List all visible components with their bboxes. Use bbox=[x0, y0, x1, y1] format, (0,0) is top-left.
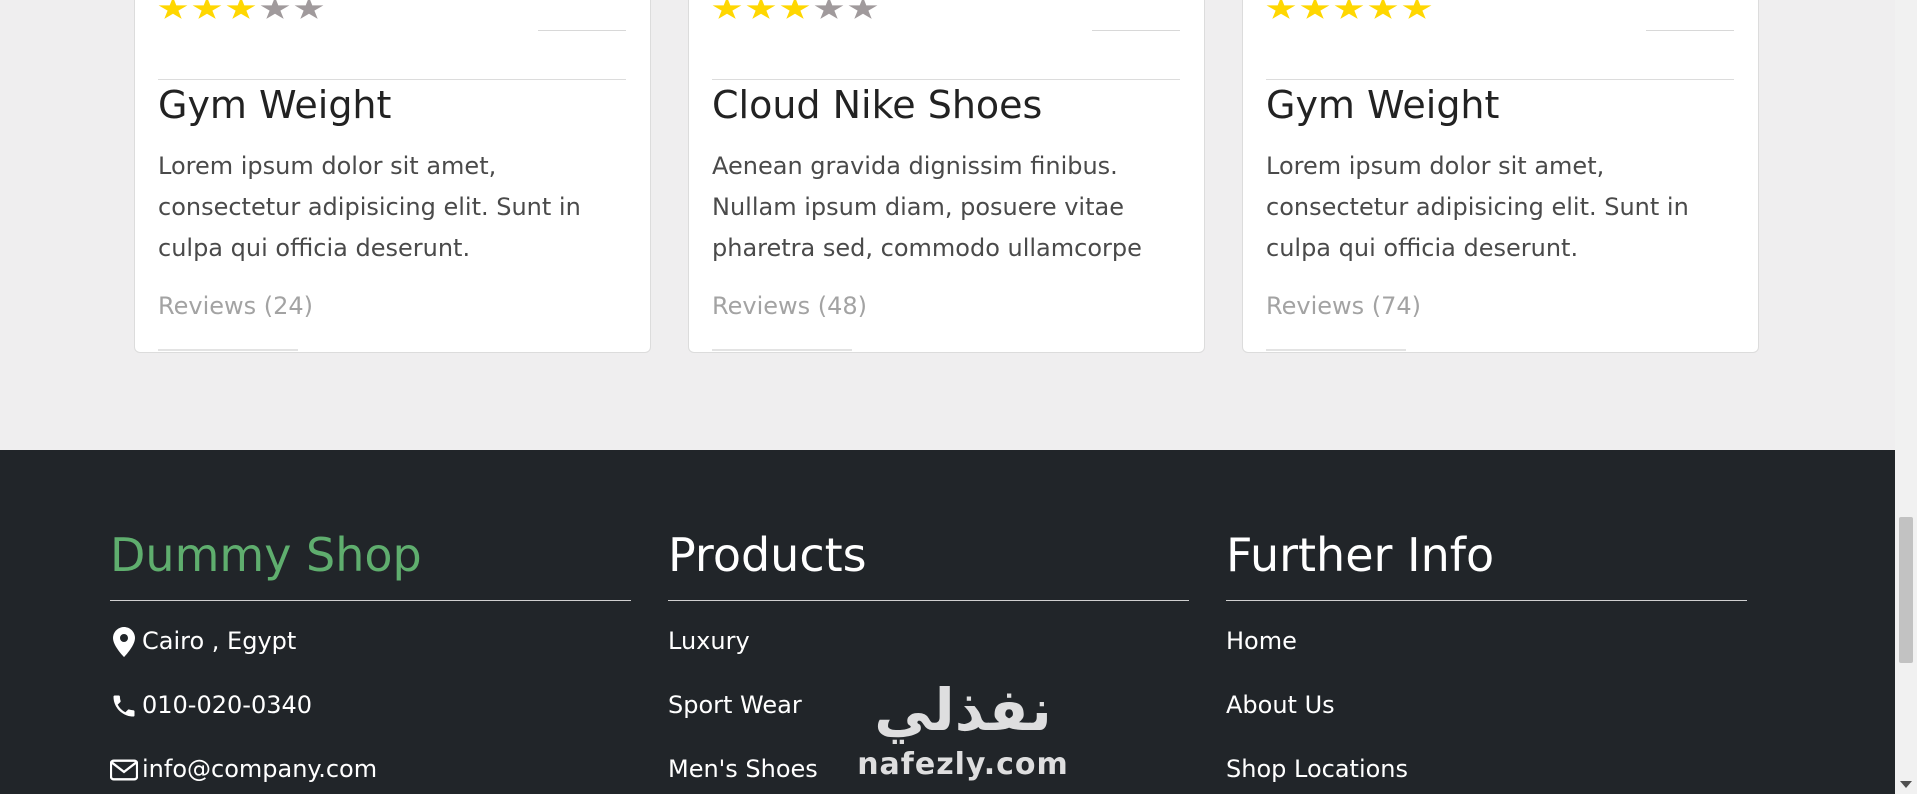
scrollbar-thumb[interactable] bbox=[1899, 517, 1913, 663]
divider bbox=[158, 349, 298, 351]
product-title[interactable]: Gym Weight bbox=[158, 83, 391, 127]
envelope-icon bbox=[110, 755, 138, 785]
watermark-latin: nafezly.com bbox=[857, 747, 1069, 782]
star-icon bbox=[814, 0, 844, 19]
star-icon bbox=[780, 0, 810, 19]
star-icon bbox=[1368, 0, 1398, 19]
divider bbox=[668, 600, 1189, 601]
map-marker-icon bbox=[110, 627, 138, 657]
star-icon bbox=[1300, 0, 1330, 19]
product-card[interactable]: Gym Weight Lorem ipsum dolor sit amet, c… bbox=[1242, 0, 1759, 353]
footer-info-column: Further Info Home About Us Shop Location… bbox=[1226, 520, 1747, 794]
product-title[interactable]: Cloud Nike Shoes bbox=[712, 83, 1042, 127]
product-title[interactable]: Gym Weight bbox=[1266, 83, 1499, 127]
phone-icon bbox=[110, 691, 138, 721]
star-icon bbox=[1266, 0, 1296, 19]
divider bbox=[1266, 79, 1734, 80]
star-icon bbox=[294, 0, 324, 19]
footer-phone[interactable]: 010-020-0340 bbox=[110, 691, 631, 755]
footer-brand-column: Dummy Shop Cairo , Egypt 010-020-0340 in… bbox=[110, 520, 631, 794]
divider bbox=[712, 79, 1180, 80]
product-card[interactable]: Cloud Nike Shoes Aenean gravida dignissi… bbox=[688, 0, 1205, 353]
star-icon bbox=[848, 0, 878, 19]
star-icon bbox=[226, 0, 256, 19]
star-icon bbox=[1334, 0, 1364, 19]
watermark-logo: نفذلي nafezly.com bbox=[848, 675, 1078, 785]
divider bbox=[1646, 30, 1734, 31]
rating-stars bbox=[712, 0, 878, 21]
product-cards-section: Gym Weight Lorem ipsum dolor sit amet, c… bbox=[0, 0, 1895, 450]
footer-email[interactable]: info@company.com bbox=[110, 755, 631, 794]
divider bbox=[158, 79, 626, 80]
product-card[interactable]: Gym Weight Lorem ipsum dolor sit amet, c… bbox=[134, 0, 651, 353]
footer-email-text[interactable]: info@company.com bbox=[142, 755, 377, 783]
product-description: Aenean gravida dignissim finibus. Nullam… bbox=[712, 152, 1142, 262]
footer-brand-title: Dummy Shop bbox=[110, 528, 422, 582]
divider bbox=[1092, 30, 1180, 31]
vertical-scrollbar[interactable] bbox=[1895, 0, 1917, 794]
divider bbox=[712, 349, 852, 351]
divider bbox=[538, 30, 626, 31]
star-icon bbox=[712, 0, 742, 19]
product-description: Lorem ipsum dolor sit amet, consectetur … bbox=[158, 152, 581, 262]
footer-address-text: Cairo , Egypt bbox=[142, 627, 297, 655]
footer-products-title: Products bbox=[668, 528, 867, 582]
product-description: Lorem ipsum dolor sit amet, consectetur … bbox=[1266, 152, 1689, 262]
footer-phone-text[interactable]: 010-020-0340 bbox=[142, 691, 312, 719]
footer-link-about-us[interactable]: About Us bbox=[1226, 691, 1747, 755]
rating-stars bbox=[1266, 0, 1432, 21]
reviews-link[interactable]: Reviews (74) bbox=[1266, 292, 1421, 320]
divider bbox=[110, 600, 631, 601]
footer-link-home[interactable]: Home bbox=[1226, 627, 1747, 691]
rating-stars bbox=[158, 0, 324, 21]
footer-address: Cairo , Egypt bbox=[110, 627, 631, 691]
divider bbox=[1226, 600, 1747, 601]
footer-info-title: Further Info bbox=[1226, 528, 1495, 582]
scroll-down-arrow-icon[interactable] bbox=[1900, 781, 1912, 788]
star-icon bbox=[260, 0, 290, 19]
watermark-arabic: نفذلي bbox=[874, 676, 1052, 744]
star-icon bbox=[158, 0, 188, 19]
footer-link-shop-locations[interactable]: Shop Locations bbox=[1226, 755, 1747, 794]
star-icon bbox=[1402, 0, 1432, 19]
reviews-link[interactable]: Reviews (48) bbox=[712, 292, 867, 320]
divider bbox=[1266, 349, 1406, 351]
reviews-link[interactable]: Reviews (24) bbox=[158, 292, 313, 320]
star-icon bbox=[192, 0, 222, 19]
star-icon bbox=[746, 0, 776, 19]
